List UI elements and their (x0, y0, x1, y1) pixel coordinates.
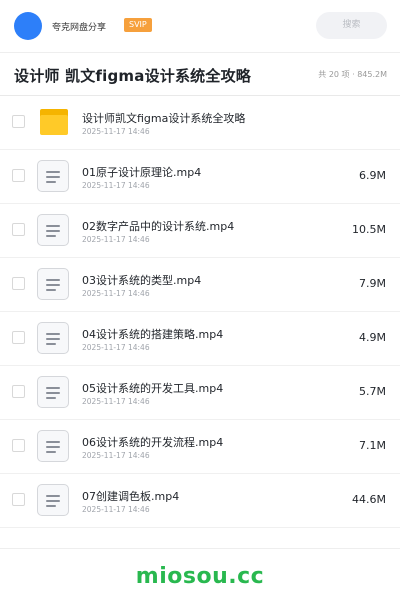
watermark: miosou.cc (135, 564, 265, 589)
file-size: 7.1M (359, 439, 386, 452)
file-size: 7.9M (359, 277, 386, 290)
file-name: 01原子设计原理论.mp4 (82, 166, 202, 179)
document-icon (37, 214, 71, 248)
file-name: 04设计系统的搭建策略.mp4 (82, 328, 224, 341)
row-checkbox[interactable] (12, 493, 25, 506)
file-name: 03设计系统的类型.mp4 (82, 274, 202, 287)
file-name: 07创建调色板.mp4 (82, 490, 180, 503)
document-icon (37, 160, 71, 194)
folder-meta: 共 20 项 · 845.2M (318, 70, 387, 79)
file-size: 10.5M (352, 223, 386, 236)
file-size: 44.6M (352, 493, 386, 506)
file-size: 6.9M (359, 169, 386, 182)
file-name: 05设计系统的开发工具.mp4 (82, 382, 224, 395)
file-row[interactable]: 01原子设计原理论.mp4 2025-11-17 14:46 6.9M (0, 150, 400, 204)
file-date: 2025-11-17 14:46 (82, 235, 150, 244)
row-checkbox[interactable] (12, 277, 25, 290)
file-name: 设计师凯文figma设计系统全攻略 (82, 112, 246, 125)
file-row-folder[interactable]: 设计师凯文figma设计系统全攻略 2025-11-17 14:46 (0, 96, 400, 150)
row-checkbox[interactable] (12, 223, 25, 236)
file-row[interactable]: 04设计系统的搭建策略.mp4 2025-11-17 14:46 4.9M (0, 312, 400, 366)
file-name: 02数字产品中的设计系统.mp4 (82, 220, 235, 233)
svip-badge: SVIP (124, 18, 152, 32)
file-date: 2025-11-17 14:46 (82, 289, 150, 298)
document-icon (37, 322, 71, 356)
header: 夸克网盘分享 SVIP 搜索 (0, 0, 400, 52)
footer: miosou.cc (0, 548, 400, 600)
document-icon (37, 430, 71, 464)
brand-name: 夸克网盘分享 (52, 23, 107, 33)
file-row[interactable]: 02数字产品中的设计系统.mp4 2025-11-17 14:46 10.5M (0, 204, 400, 258)
footer-divider (0, 548, 400, 549)
folder-icon (37, 106, 71, 140)
row-checkbox[interactable] (12, 115, 25, 128)
file-name: 06设计系统的开发流程.mp4 (82, 436, 224, 449)
document-icon (37, 268, 71, 302)
file-size: 4.9M (359, 331, 386, 344)
folder-title-row: 设计师 凯文figma设计系统全攻略 共 20 项 · 845.2M (0, 53, 400, 95)
row-checkbox[interactable] (12, 331, 25, 344)
file-date: 2025-11-17 14:46 (82, 451, 150, 460)
file-date: 2025-11-17 14:46 (82, 505, 150, 514)
document-icon (37, 484, 71, 518)
file-date: 2025-11-17 14:46 (82, 127, 150, 136)
file-size: 5.7M (359, 385, 386, 398)
row-checkbox[interactable] (12, 385, 25, 398)
file-date: 2025-11-17 14:46 (82, 343, 150, 352)
search-button[interactable]: 搜索 (316, 12, 387, 39)
document-icon (37, 376, 71, 410)
file-list: 设计师凯文figma设计系统全攻略 2025-11-17 14:46 01原子设… (0, 96, 400, 528)
file-row[interactable]: 07创建调色板.mp4 2025-11-17 14:46 44.6M (0, 474, 400, 528)
file-date: 2025-11-17 14:46 (82, 181, 150, 190)
file-date: 2025-11-17 14:46 (82, 397, 150, 406)
file-row[interactable]: 05设计系统的开发工具.mp4 2025-11-17 14:46 5.7M (0, 366, 400, 420)
file-row[interactable]: 06设计系统的开发流程.mp4 2025-11-17 14:46 7.1M (0, 420, 400, 474)
row-checkbox[interactable] (12, 169, 25, 182)
page-title: 设计师 凯文figma设计系统全攻略 (14, 67, 251, 85)
avatar[interactable] (14, 12, 42, 40)
row-checkbox[interactable] (12, 439, 25, 452)
file-row[interactable]: 03设计系统的类型.mp4 2025-11-17 14:46 7.9M (0, 258, 400, 312)
